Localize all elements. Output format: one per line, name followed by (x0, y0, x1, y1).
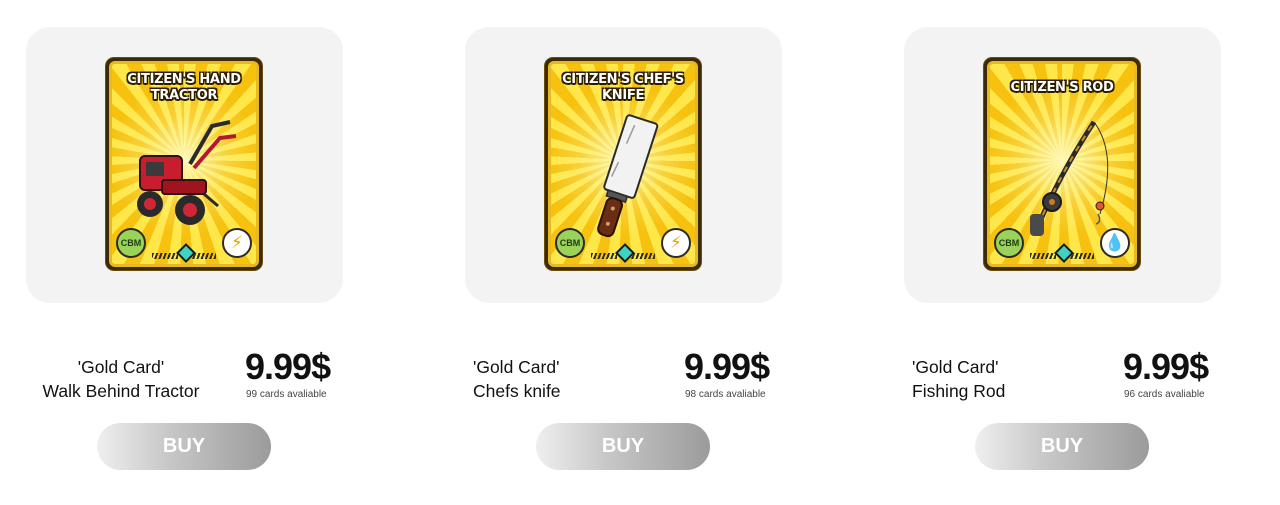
card-face: CITIZEN'S HAND TRACTOR CBM ⚡ (109, 61, 259, 267)
availability-count: 96 cards avaliable (1124, 389, 1205, 400)
gold-card: CITIZEN'S CHEF'S KNIFE CBM ⚡ (545, 58, 701, 270)
product-name: 'Gold Card' Walk Behind Tractor (42, 357, 200, 401)
availability-count: 99 cards avaliable (246, 389, 327, 400)
cbm-badge-icon: CBM (994, 228, 1024, 258)
product-price: 9.99$ (245, 346, 331, 387)
card-face: CITIZEN'S ROD CBM 💧 (987, 61, 1137, 267)
availability-count: 98 cards avaliable (685, 389, 766, 400)
product-fishing-rod: CITIZEN'S ROD CBM 💧 'Gold Card' Fishing … (904, 0, 1222, 505)
water-drop-icon: 💧 (1100, 228, 1130, 258)
buy-button[interactable]: BUY (97, 423, 271, 470)
lightning-icon: ⚡ (661, 228, 691, 258)
product-chefs-knife: CITIZEN'S CHEF'S KNIFE CBM ⚡ 'Gold Card'… (465, 0, 783, 505)
cbm-badge-icon: CBM (555, 228, 585, 258)
buy-button[interactable]: BUY (975, 423, 1149, 470)
product-image-panel[interactable]: CITIZEN'S HAND TRACTOR CBM ⚡ (26, 27, 343, 303)
product-price: 9.99$ (1123, 346, 1209, 387)
lightning-icon: ⚡ (222, 228, 252, 258)
gold-card: CITIZEN'S ROD CBM 💧 (984, 58, 1140, 270)
card-title: CITIZEN'S ROD (1010, 80, 1114, 95)
gold-card: CITIZEN'S HAND TRACTOR CBM ⚡ (106, 58, 262, 270)
product-price: 9.99$ (684, 346, 770, 387)
product-walk-behind-tractor: CITIZEN'S HAND TRACTOR CBM ⚡ 'Gold Card'… (26, 0, 344, 505)
card-face: CITIZEN'S CHEF'S KNIFE CBM ⚡ (548, 61, 698, 267)
product-name: 'Gold Card' Chefs knife (473, 357, 561, 401)
cbm-badge-icon: CBM (116, 228, 146, 258)
product-image-panel[interactable]: CITIZEN'S CHEF'S KNIFE CBM ⚡ (465, 27, 782, 303)
product-image-panel[interactable]: CITIZEN'S ROD CBM 💧 (904, 27, 1221, 303)
card-title: CITIZEN'S CHEF'S KNIFE (562, 72, 684, 103)
card-title: CITIZEN'S HAND TRACTOR (127, 72, 241, 103)
product-name: 'Gold Card' Fishing Rod (912, 357, 1006, 401)
buy-button[interactable]: BUY (536, 423, 710, 470)
